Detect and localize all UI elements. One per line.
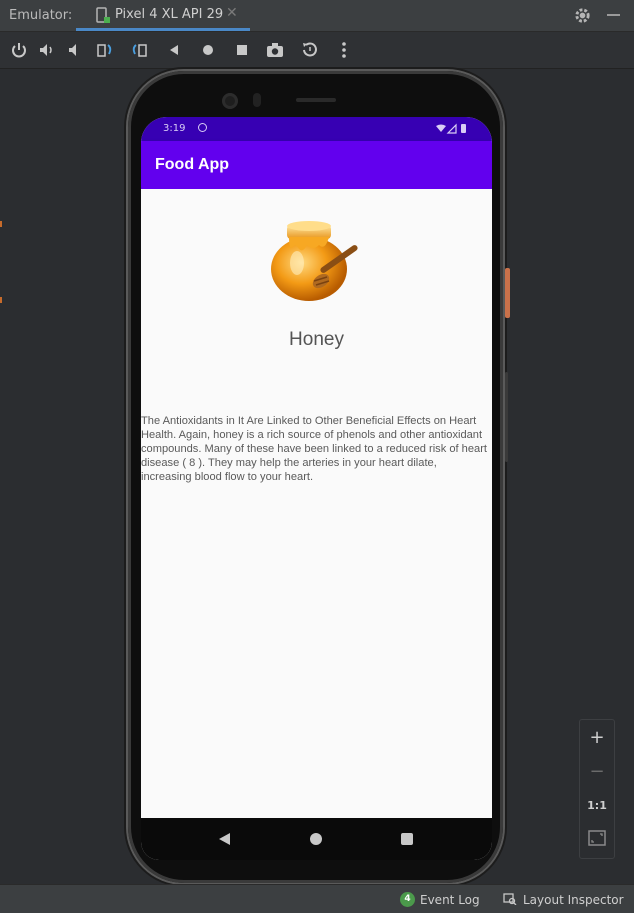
edge-marker bbox=[0, 297, 2, 303]
layout-inspector-icon bbox=[503, 893, 517, 905]
phone-screen[interactable]: 3:19 Food App Honey The Antioxidants in … bbox=[141, 117, 492, 860]
screenshot-icon[interactable] bbox=[265, 40, 285, 60]
food-detail-content: Honey The Antioxidants in It Are Linked … bbox=[141, 189, 492, 818]
device-tab-label: Pixel 4 XL API 29 bbox=[115, 7, 224, 22]
android-nav-bar bbox=[141, 818, 492, 860]
emulator-toolbar bbox=[0, 32, 634, 69]
nav-recents-icon[interactable] bbox=[401, 833, 413, 845]
overview-icon[interactable] bbox=[232, 40, 252, 60]
honey-pot-image bbox=[271, 221, 358, 301]
food-name: Honey bbox=[289, 329, 344, 350]
app-title: Food App bbox=[155, 156, 230, 173]
front-camera-icon bbox=[222, 93, 238, 109]
home-icon[interactable] bbox=[198, 40, 218, 60]
snapshot-icon[interactable] bbox=[300, 40, 320, 60]
status-time: 3:19 bbox=[163, 123, 186, 134]
fit-screen-icon[interactable] bbox=[580, 823, 614, 853]
rotate-right-icon[interactable] bbox=[130, 40, 150, 60]
event-log-label: Event Log bbox=[420, 893, 480, 907]
power-icon[interactable] bbox=[9, 40, 29, 60]
gear-icon[interactable] bbox=[573, 6, 592, 25]
more-icon[interactable] bbox=[334, 40, 354, 60]
emulator-panel-label: Emulator: bbox=[9, 8, 73, 23]
sensor bbox=[253, 93, 261, 107]
android-status-bar: 3:19 bbox=[141, 117, 492, 141]
device-tab[interactable]: Pixel 4 XL API 29 ✕ bbox=[76, 0, 250, 31]
zoom-in-button[interactable]: + bbox=[580, 723, 614, 753]
layout-inspector-label: Layout Inspector bbox=[523, 893, 624, 907]
signal-battery-icons bbox=[436, 123, 466, 134]
close-tab-icon[interactable]: ✕ bbox=[226, 5, 238, 21]
volume-up-icon[interactable] bbox=[37, 40, 57, 60]
earpiece-speaker bbox=[296, 98, 336, 102]
volume-side-button[interactable] bbox=[505, 372, 508, 462]
app-bar: Food App bbox=[141, 141, 492, 189]
emulator-title-bar: Emulator: Pixel 4 XL API 29 ✕ bbox=[0, 0, 634, 32]
ide-status-bar: 4 Event Log Layout Inspector bbox=[0, 884, 634, 913]
event-log-count-badge: 4 bbox=[400, 892, 415, 907]
food-description: The Antioxidants in It Are Linked to Oth… bbox=[141, 415, 487, 483]
rotate-left-icon[interactable] bbox=[95, 40, 115, 60]
minimize-icon[interactable] bbox=[607, 14, 620, 16]
power-side-button[interactable] bbox=[505, 268, 510, 318]
device-icon bbox=[96, 7, 110, 23]
zoom-out-button[interactable]: − bbox=[580, 757, 614, 787]
back-icon[interactable] bbox=[164, 40, 184, 60]
edge-marker bbox=[0, 221, 2, 227]
nav-back-icon[interactable] bbox=[219, 833, 230, 845]
actual-size-button[interactable]: 1:1 bbox=[580, 791, 614, 821]
volume-down-icon[interactable] bbox=[65, 40, 85, 60]
zoom-controls: + − 1:1 bbox=[579, 719, 615, 859]
notification-icon bbox=[198, 123, 207, 132]
nav-home-icon[interactable] bbox=[310, 833, 322, 845]
